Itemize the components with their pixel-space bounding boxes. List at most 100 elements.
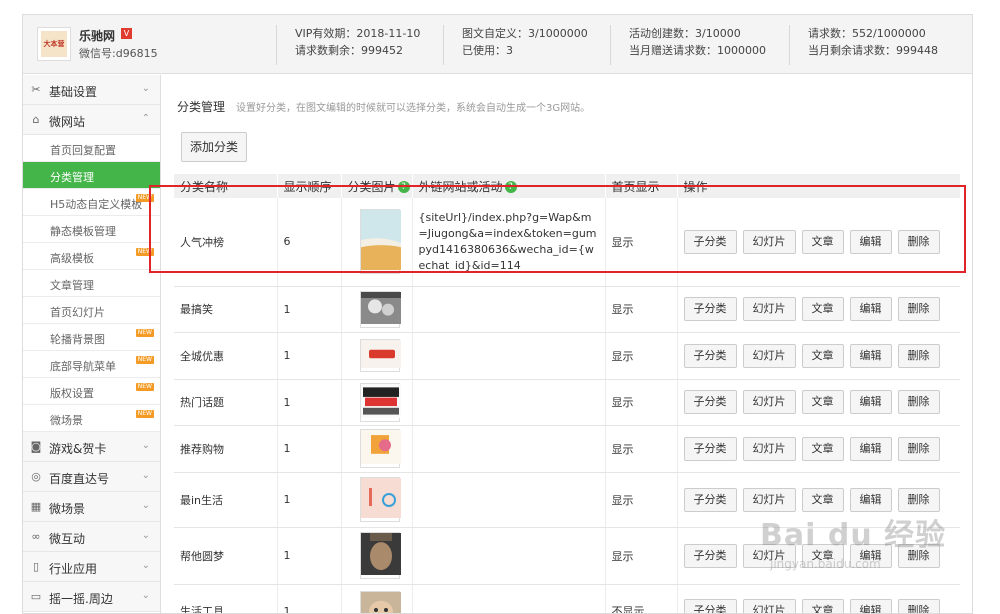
sidebar-item-label: 首页幻灯片: [50, 306, 105, 319]
sidebar-group[interactable]: ⌂ 微网站 ⌃: [23, 105, 160, 135]
account-name: 乐驰网: [79, 29, 116, 43]
homepage-display-cell: 显示: [604, 472, 677, 528]
sidebar-item[interactable]: 首页回复配置: [23, 135, 160, 162]
sidebar-group-label: 摇一摇.周边: [49, 592, 113, 606]
category-image-cell: [340, 527, 412, 585]
chevron-icon: ⌄: [141, 470, 150, 481]
phone-icon: ▯: [32, 560, 40, 573]
row-action-4-button[interactable]: 删除: [897, 436, 940, 461]
sidebar-item-label: 版权设置: [50, 387, 94, 400]
category-thumbnail: [359, 590, 401, 613]
sidebar-item[interactable]: 分类管理: [23, 162, 160, 189]
display-order-cell: 1: [276, 425, 341, 473]
row-action-1-button[interactable]: 幻灯片: [742, 390, 796, 414]
category-name-cell: 最搞笑: [174, 286, 277, 333]
sidebar-group[interactable]: ▭ 摇一摇.周边 ⌄: [23, 582, 160, 612]
sidebar-group[interactable]: ∞ 微互动 ⌄: [23, 522, 160, 552]
sidebar-group[interactable]: ▦ 微场景 ⌄: [23, 492, 160, 522]
row-action-4-button[interactable]: 删除: [897, 297, 940, 321]
row-action-1-button[interactable]: 幻灯片: [742, 436, 796, 461]
row-action-2-button[interactable]: 文章: [801, 436, 844, 461]
row-action-2-button[interactable]: 文章: [801, 390, 844, 414]
external-link-cell: [411, 584, 605, 613]
sidebar-item-label: H5动态自定义模板: [50, 198, 143, 211]
external-link-cell: [411, 527, 605, 585]
category-name-cell: 最in生活: [174, 472, 277, 528]
sidebar-item[interactable]: 微场景 NEW: [23, 405, 160, 432]
target-icon: ◎: [31, 470, 41, 483]
page-description: 设置好分类，在图文编辑的时候就可以选择分类，系统会自动生成一个3G网站。: [236, 103, 591, 114]
sidebar: ✂ 基础设置 ⌄ ⌂ 微网站 ⌃ 首页回复配置分类管理 H5动态自定义模板 NEW 静态模板管理高…: [23, 75, 161, 613]
row-action-0-button[interactable]: 子分类: [683, 297, 737, 321]
row-action-1-button[interactable]: 幻灯片: [742, 599, 796, 613]
category-thumbnail: [359, 290, 401, 328]
homepage-display-cell: 显示: [604, 527, 677, 585]
row-action-0-button[interactable]: 子分类: [683, 543, 737, 568]
row-action-4-button[interactable]: 删除: [897, 390, 940, 414]
category-thumbnail: [359, 429, 401, 468]
sidebar-item-label: 底部导航菜单: [50, 360, 116, 373]
sidebar-item[interactable]: 底部导航菜单 NEW: [23, 351, 160, 378]
display-order-cell: 1: [276, 379, 341, 426]
row-action-0-button[interactable]: 子分类: [683, 487, 737, 512]
sidebar-group[interactable]: ✂ 基础设置 ⌄: [23, 75, 160, 105]
row-action-2-button[interactable]: 文章: [801, 343, 844, 368]
sidebar-group[interactable]: ◙ 游戏&贺卡 ⌄: [23, 432, 160, 462]
stat-request-count: 请求数：552/1000000: [808, 27, 926, 40]
home-icon: ⌂: [32, 113, 40, 126]
sidebar-group-label: 微互动: [49, 532, 86, 546]
display-order-cell: 1: [276, 332, 341, 380]
homepage-display-cell: 显示: [604, 425, 677, 473]
watermark-url: jingyan.baidu.com: [770, 557, 881, 571]
logo-image: 大本营: [41, 31, 67, 57]
row-action-3-button[interactable]: 编辑: [849, 343, 892, 368]
table-row: 全城优惠 1 显示 子分类 幻灯片 文章 编辑 删除: [174, 332, 960, 380]
row-action-4-button[interactable]: 删除: [897, 343, 940, 368]
actions-cell: 子分类 幻灯片 文章 编辑 删除: [676, 425, 960, 473]
sidebar-item[interactable]: 轮播背景图 NEW: [23, 324, 160, 351]
row-action-3-button[interactable]: 编辑: [849, 436, 892, 461]
sidebar-item[interactable]: 首页幻灯片: [23, 297, 160, 324]
chevron-icon: ⌄: [141, 83, 150, 94]
row-action-1-button[interactable]: 幻灯片: [742, 343, 796, 368]
row-action-1-button[interactable]: 幻灯片: [742, 297, 796, 321]
external-link-cell: [411, 286, 605, 333]
stat-column-activity: 活动创建数：3/10000 当月赠送请求数：1000000: [610, 25, 766, 65]
category-thumbnail: [359, 532, 401, 579]
category-thumbnail: [359, 382, 401, 422]
chevron-icon: ⌄: [141, 590, 150, 601]
row-action-3-button[interactable]: 编辑: [849, 599, 892, 613]
stat-column-requests: 请求数：552/1000000 当月剩余请求数：999448: [789, 25, 938, 65]
sidebar-group[interactable]: ◎ 百度直达号 ⌄: [23, 462, 160, 492]
homepage-display-cell: 显示: [604, 332, 677, 380]
sidebar-group[interactable]: ▯ 行业应用 ⌄: [23, 552, 160, 582]
category-image-cell: [340, 286, 412, 333]
external-link-cell: [411, 332, 605, 380]
table-row: 热门话题 1 显示 子分类 幻灯片 文章 编辑 删除: [174, 379, 960, 426]
sidebar-item[interactable]: 版权设置 NEW: [23, 378, 160, 405]
sidebar-item[interactable]: 静态模板管理: [23, 216, 160, 243]
sidebar-item-label: 首页回复配置: [50, 144, 116, 157]
sidebar-item[interactable]: H5动态自定义模板 NEW: [23, 189, 160, 216]
row-action-0-button[interactable]: 子分类: [683, 343, 737, 368]
sidebar-item[interactable]: 文章管理: [23, 270, 160, 297]
row-action-0-button[interactable]: 子分类: [683, 390, 737, 414]
grid-icon: ▦: [30, 500, 42, 513]
display-order-cell: 1: [276, 286, 341, 333]
category-name-cell: 生活工具: [174, 584, 277, 613]
stat-column-vip: VIP有效期：2018-11-10 请求数剩余：999452: [276, 25, 420, 65]
row-action-0-button[interactable]: 子分类: [683, 436, 737, 461]
row-action-4-button[interactable]: 删除: [897, 599, 940, 613]
row-action-3-button[interactable]: 编辑: [849, 297, 892, 321]
row-action-2-button[interactable]: 文章: [801, 297, 844, 321]
verified-icon: V: [121, 28, 132, 39]
row-action-0-button[interactable]: 子分类: [683, 599, 737, 613]
homepage-display-cell: 显示: [604, 286, 677, 333]
category-name-cell: 全城优惠: [174, 332, 277, 380]
homepage-display-cell: 不显示: [604, 584, 677, 613]
row-action-2-button[interactable]: 文章: [801, 599, 844, 613]
row-action-3-button[interactable]: 编辑: [849, 390, 892, 414]
sidebar-item[interactable]: 高级模板 NEW: [23, 243, 160, 270]
add-category-button[interactable]: 添加分类: [181, 132, 247, 162]
top-bar: 大本营 乐驰网 V 微信号:d96815 VIP有效期：2018-11-10 请…: [23, 15, 972, 74]
